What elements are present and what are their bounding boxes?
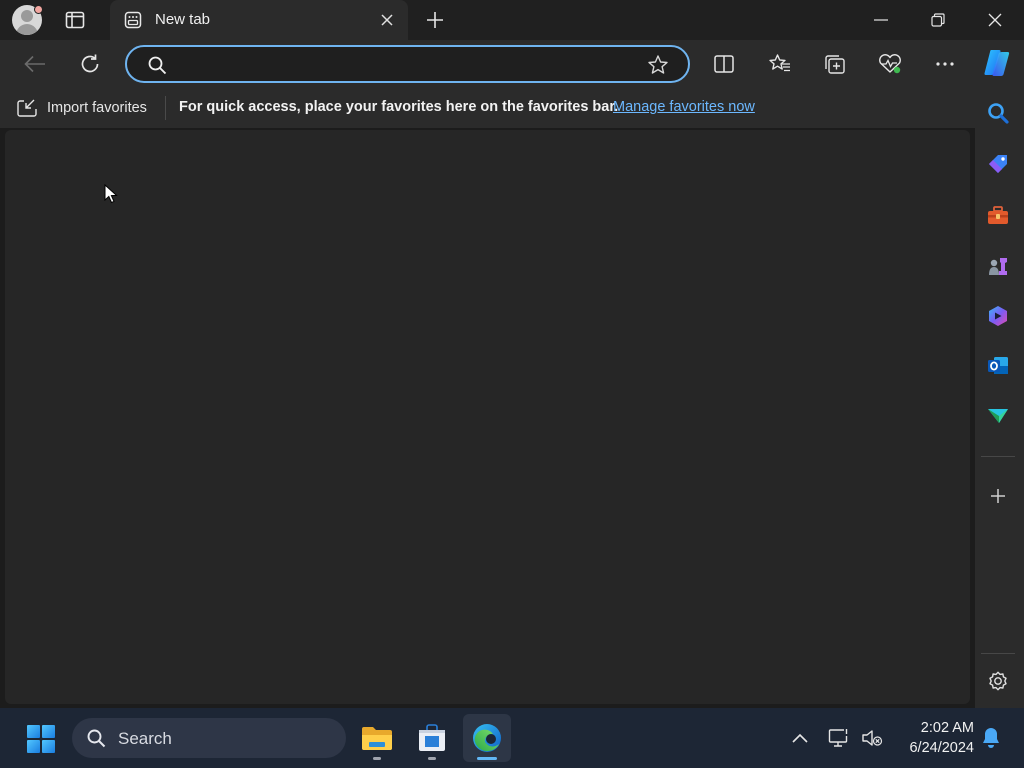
shopping-tag-icon[interactable] bbox=[983, 149, 1013, 179]
taskbar-search-label: Search bbox=[118, 729, 172, 748]
address-input[interactable] bbox=[179, 53, 639, 77]
games-icon[interactable] bbox=[983, 251, 1013, 281]
search-icon bbox=[147, 55, 167, 75]
network-icon[interactable] bbox=[827, 726, 851, 750]
volume-muted-icon[interactable] bbox=[860, 726, 884, 750]
favorites-bar-message: For quick access, place your favorites h… bbox=[179, 99, 619, 115]
edge-button[interactable] bbox=[463, 714, 511, 762]
refresh-button[interactable] bbox=[75, 50, 105, 78]
back-button[interactable] bbox=[20, 50, 50, 78]
more-options-button[interactable] bbox=[930, 50, 960, 78]
back-icon bbox=[24, 55, 45, 73]
clock-date: 6/24/2024 bbox=[909, 740, 974, 756]
send-icon[interactable] bbox=[983, 401, 1013, 431]
import-favorites-icon bbox=[17, 99, 37, 117]
refresh-icon bbox=[81, 54, 99, 73]
tab-title: New tab bbox=[155, 11, 211, 28]
store-button[interactable] bbox=[408, 714, 456, 762]
mouse-cursor-icon bbox=[104, 183, 118, 204]
close-tab-icon[interactable] bbox=[378, 11, 396, 29]
outlook-icon[interactable] bbox=[983, 351, 1013, 381]
collections-icon bbox=[825, 55, 845, 74]
plus-icon bbox=[427, 12, 443, 28]
file-explorer-button[interactable] bbox=[353, 714, 401, 762]
taskbar: Search 2:02 AM 6/24/2024 bbox=[0, 708, 1024, 768]
navigation-toolbar bbox=[0, 40, 1024, 88]
favorites-button[interactable] bbox=[765, 50, 795, 78]
notification-bell-icon[interactable] bbox=[980, 726, 1002, 750]
system-clock[interactable]: 2:02 AM 6/24/2024 bbox=[896, 718, 974, 758]
profile-notification-dot bbox=[34, 5, 43, 14]
copilot-icon[interactable] bbox=[980, 46, 1014, 80]
favorites-bar: Import favorites For quick access, place… bbox=[0, 88, 975, 128]
settings-icon[interactable] bbox=[983, 666, 1013, 696]
manage-favorites-link[interactable]: Manage favorites now bbox=[613, 99, 755, 115]
edge-icon bbox=[473, 724, 501, 752]
microsoft-store-icon bbox=[419, 724, 445, 751]
clock-time: 2:02 AM bbox=[920, 720, 974, 736]
import-favorites-button[interactable]: Import favorites bbox=[16, 98, 147, 118]
favorites-divider bbox=[165, 96, 166, 120]
new-tab-page-icon bbox=[124, 11, 142, 29]
file-explorer-icon bbox=[362, 727, 392, 750]
address-bar[interactable] bbox=[125, 45, 690, 83]
more-icon bbox=[936, 62, 954, 66]
import-favorites-label: Import favorites bbox=[47, 100, 147, 116]
windows-start-icon[interactable] bbox=[26, 724, 56, 754]
edge-sidebar bbox=[975, 88, 1024, 708]
restore-button[interactable] bbox=[909, 0, 967, 40]
tools-icon[interactable] bbox=[983, 200, 1013, 230]
collections-button[interactable] bbox=[820, 50, 850, 78]
copilot-app-icon[interactable] bbox=[983, 301, 1013, 331]
split-screen-icon bbox=[714, 55, 734, 73]
show-hidden-icons-chevron-up-icon[interactable] bbox=[788, 726, 812, 750]
tab-actions-icon[interactable] bbox=[62, 8, 88, 32]
split-screen-button[interactable] bbox=[709, 50, 739, 78]
new-tab-button[interactable] bbox=[422, 7, 448, 33]
browser-essentials-icon bbox=[879, 54, 901, 74]
minimize-button[interactable] bbox=[852, 0, 910, 40]
tab-new-tab[interactable]: New tab bbox=[110, 0, 408, 40]
add-favorite-icon[interactable] bbox=[647, 54, 671, 76]
favorites-icon bbox=[769, 54, 790, 72]
title-bar: New tab bbox=[0, 0, 1024, 40]
sidebar-divider bbox=[981, 653, 1015, 654]
sidebar-divider bbox=[981, 456, 1015, 457]
sidebar-search-icon[interactable] bbox=[983, 98, 1013, 128]
search-icon bbox=[86, 728, 106, 748]
close-window-button[interactable] bbox=[966, 0, 1024, 40]
taskbar-search-box[interactable]: Search bbox=[72, 718, 346, 758]
page-content[interactable] bbox=[5, 130, 970, 704]
browser-essentials-button[interactable] bbox=[875, 50, 905, 78]
add-icon[interactable] bbox=[983, 481, 1013, 511]
